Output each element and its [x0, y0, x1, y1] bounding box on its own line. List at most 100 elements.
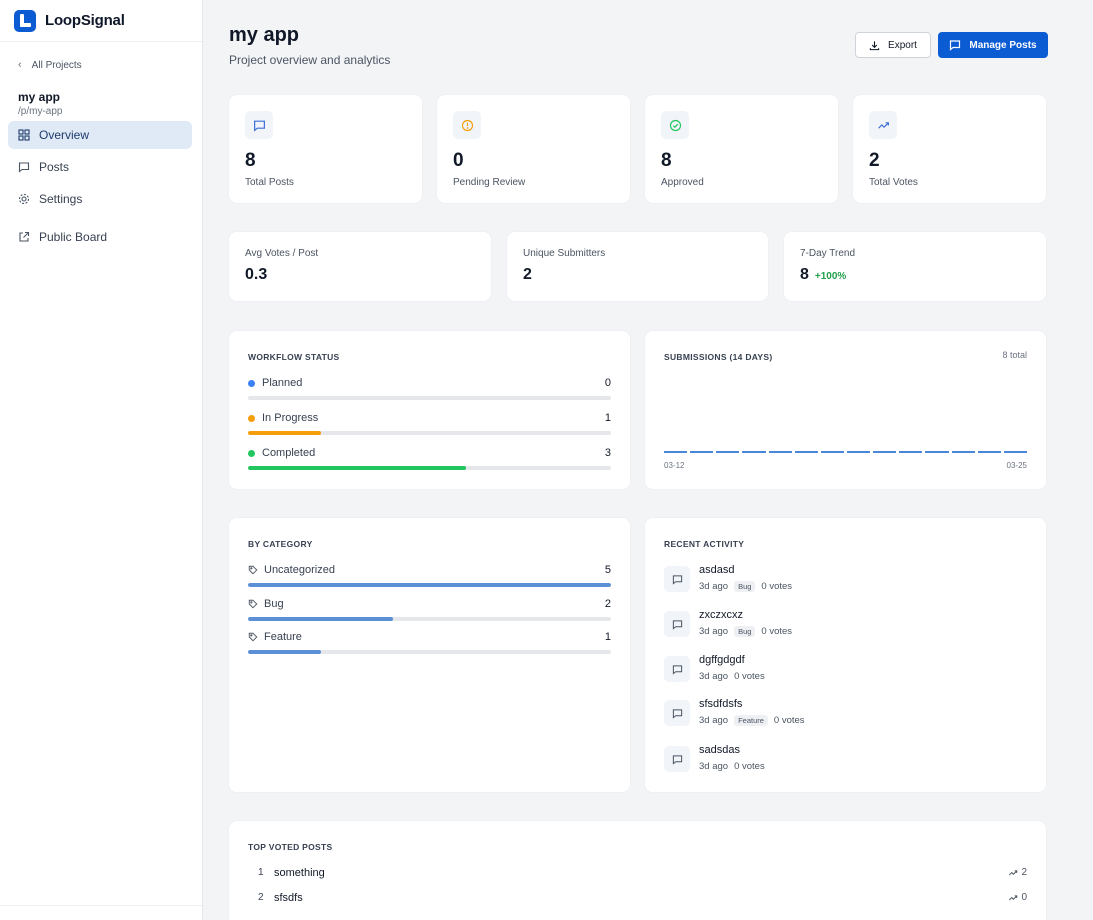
activity-title: dgffgdgdf [699, 654, 745, 666]
workflow-count: 0 [604, 377, 611, 389]
activity-title: sfsdfdsfs [699, 698, 743, 710]
category-count: 2 [604, 598, 611, 610]
external-link-icon [18, 231, 30, 243]
activity-votes: 0 votes [734, 671, 765, 682]
submissions-card: SUBMISSIONS (14 DAYS) 8 total 03-12 03-2… [645, 331, 1046, 489]
sparkline-day-segment [925, 451, 949, 453]
manage-posts-label: Manage Posts [969, 39, 1037, 51]
workflow-label-text: In Progress [262, 412, 319, 424]
metric-card-7-day-trend: 7-Day Trend 8 +100% [784, 232, 1046, 301]
progress-fill [248, 431, 321, 435]
vote-count-value: 2 [1021, 867, 1027, 878]
manage-posts-button[interactable]: Manage Posts [938, 32, 1048, 58]
sidebar-item-settings[interactable]: Settings [8, 185, 192, 213]
progress-fill [248, 617, 394, 621]
workflow-row-completed: Completed 3 [248, 447, 611, 470]
recent-activity-card: RECENT ACTIVITY asdasd 3d ago Bug 0 votes … [645, 518, 1046, 792]
progress-fill [248, 650, 321, 654]
metric-label: 7-Day Trend [800, 248, 856, 259]
trend-delta: +100% [814, 271, 847, 282]
all-projects-label: All Projects [31, 59, 82, 71]
metric-card-avg-votes: Avg Votes / Post 0.3 [229, 232, 491, 301]
category-label: Bug [248, 598, 284, 610]
stat-card-approved: 8 Approved [645, 95, 838, 203]
activity-item[interactable]: sfsdfdsfs 3d ago Feature 0 votes [664, 698, 1027, 734]
category-count: 5 [604, 564, 611, 576]
activity-votes: 0 votes [761, 626, 793, 637]
download-icon [869, 40, 880, 50]
post-title: something [274, 867, 325, 879]
brand-name: LoopSignal [45, 12, 125, 29]
alert-circle-icon [453, 111, 481, 139]
category-label: Uncategorized [248, 564, 335, 576]
gear-icon [18, 193, 30, 205]
rank: 2 [258, 892, 264, 903]
activity-title: sadsdas [699, 744, 740, 756]
sparkline-day-segment [716, 451, 740, 453]
activity-votes: 0 votes [773, 715, 805, 726]
check-circle-icon [661, 111, 689, 139]
workflow-row-in-progress: In Progress 1 [248, 412, 611, 435]
sidebar-item-public-board[interactable]: Public Board [8, 223, 192, 251]
activity-time: 3d ago [699, 715, 729, 726]
stat-label: Total Posts [245, 177, 294, 188]
brand[interactable]: LoopSignal [0, 0, 202, 42]
trending-up-icon [1009, 894, 1018, 900]
x-axis-end-label: 03-25 [1006, 461, 1027, 470]
progress-track [248, 431, 611, 435]
sidebar-footer-divider [0, 905, 202, 906]
section-title: BY CATEGORY [248, 539, 313, 549]
sparkline-day-segment [977, 451, 1001, 453]
rank: 1 [258, 867, 264, 878]
metric-label: Avg Votes / Post [245, 248, 319, 259]
export-label: Export [888, 39, 917, 51]
tag-icon [248, 565, 258, 575]
sidebar-item-posts[interactable]: Posts [8, 153, 192, 181]
activity-time: 3d ago [699, 761, 729, 772]
stat-value: 8 [661, 150, 672, 171]
activity-meta: 3d ago Bug 0 votes [699, 626, 792, 637]
sidebar-nav: Overview Posts Settings Public Board [0, 121, 202, 251]
activity-meta: 3d ago Bug 0 votes [699, 581, 792, 592]
sparkline-day-segment [899, 451, 923, 453]
workflow-label: Completed [248, 447, 315, 459]
activity-meta: 3d ago 0 votes [699, 761, 765, 772]
message-icon [245, 111, 273, 139]
sidebar-item-overview[interactable]: Overview [8, 121, 192, 149]
message-icon [950, 40, 961, 51]
export-button[interactable]: Export [855, 32, 931, 58]
workflow-count: 1 [604, 412, 611, 424]
metric-value-row: 8 +100% [800, 266, 846, 284]
stat-label: Pending Review [453, 177, 526, 188]
category-label-text: Uncategorized [264, 564, 335, 576]
activity-item[interactable]: sadsdas 3d ago 0 votes [664, 744, 1027, 780]
sidebar-item-label: Settings [39, 192, 83, 206]
message-icon [664, 746, 690, 772]
activity-item[interactable]: dgffgdgdf 3d ago 0 votes [664, 654, 1027, 690]
top-voted-row[interactable]: 2 sfsdfs 0 [248, 892, 1027, 908]
top-voted-row[interactable]: 1 something 2 [248, 867, 1027, 883]
submissions-total: 8 total [1002, 350, 1027, 360]
message-icon [664, 656, 690, 682]
progress-track [248, 466, 611, 470]
top-voted-card: TOP VOTED POSTS 1 something 2 2 sfsdfs 0 [229, 821, 1046, 920]
vote-count: 2 [1008, 867, 1027, 878]
progress-track [248, 650, 611, 654]
stat-value: 0 [453, 150, 464, 171]
activity-item[interactable]: asdasd 3d ago Bug 0 votes [664, 564, 1027, 600]
sidebar: LoopSignal ‹ All Projects my app /p/my-a… [0, 0, 203, 920]
x-axis-start-label: 03-12 [664, 461, 685, 470]
category-label-text: Feature [264, 631, 302, 643]
activity-item[interactable]: zxczxcxz 3d ago Bug 0 votes [664, 609, 1027, 645]
sidebar-item-label: Posts [39, 160, 70, 174]
sidebar-item-label: Public Board [39, 230, 108, 244]
category-tag: Feature [734, 715, 768, 726]
category-tag: Bug [734, 626, 756, 637]
trending-up-icon [1009, 869, 1018, 875]
activity-time: 3d ago [699, 626, 729, 637]
metric-value: 0.3 [245, 266, 268, 283]
vote-count-value: 0 [1021, 892, 1027, 903]
all-projects-link[interactable]: ‹ All Projects [18, 58, 202, 72]
sparkline-day-segment [847, 451, 871, 453]
page-subtitle: Project overview and analytics [229, 53, 391, 67]
